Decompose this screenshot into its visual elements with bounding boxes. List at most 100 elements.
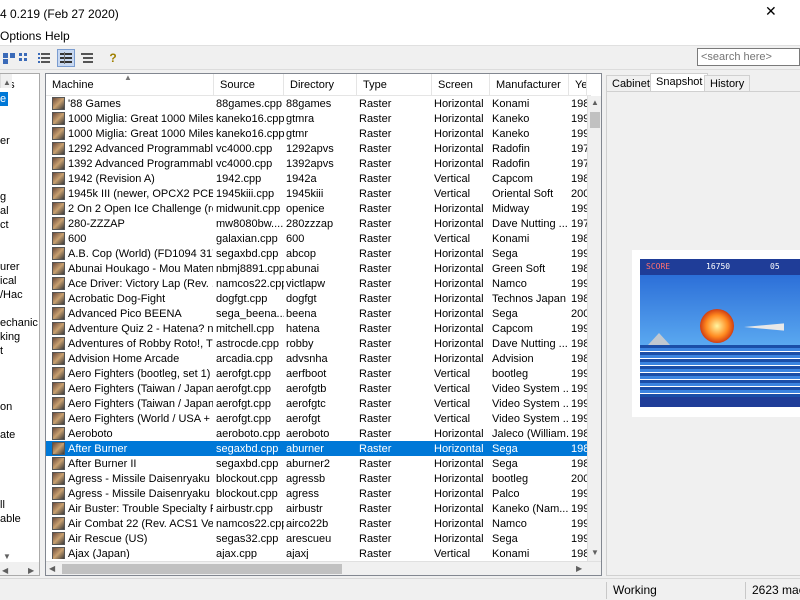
- tree-item[interactable]: t: [0, 344, 3, 358]
- tree-item[interactable]: able: [0, 512, 21, 526]
- table-row[interactable]: Advanced Pico BEENA sega_beena... beena Ras…: [46, 306, 587, 321]
- table-row[interactable]: Abunai Houkago - Mou Maten... nbmj8891.cp…: [46, 261, 587, 276]
- table-row[interactable]: After Burner II segaxbd.cpp aburner2 Raster…: [46, 456, 587, 471]
- tree-item[interactable]: on: [0, 400, 12, 414]
- tree-item[interactable]: urer: [0, 260, 20, 274]
- cell-source: segaxbd.cpp: [216, 443, 279, 455]
- table-row[interactable]: 1392 Advanced Programmable... vc4000.cpp 1…: [46, 156, 587, 171]
- column-header-screen[interactable]: Screen: [432, 74, 490, 96]
- table-row[interactable]: Ajax (Japan) ajax.cpp ajaxj Raster Vertical K…: [46, 546, 587, 559]
- view-grouped-icon[interactable]: [78, 49, 96, 67]
- column-header-directory[interactable]: Directory: [284, 74, 357, 96]
- tree-item[interactable]: g: [0, 190, 6, 204]
- tree-item[interactable]: ct: [0, 218, 9, 232]
- table-row[interactable]: Adventures of Robby Roto!, The astrocde.c…: [46, 336, 587, 351]
- list-horizontal-scrollbar[interactable]: ◀ ▶: [46, 561, 601, 575]
- scroll-right-icon[interactable]: ▶: [576, 564, 582, 573]
- menu-help[interactable]: Help: [45, 29, 70, 43]
- cell-screen: Vertical: [434, 368, 471, 380]
- scroll-down-icon[interactable]: ▼: [591, 548, 599, 557]
- table-row[interactable]: Air Combat 22 (Rev. ACS1 Ver....namcos22…: [46, 516, 587, 531]
- tree-vertical-scrollbar[interactable]: ▲ ▼: [0, 74, 12, 561]
- column-header-source[interactable]: Source: [214, 74, 284, 96]
- cell-screen: Vertical: [434, 398, 471, 410]
- table-row[interactable]: Acrobatic Dog-Fight dogfgt.cpp dogfgt Raste…: [46, 291, 587, 306]
- tree-item[interactable]: al: [0, 204, 9, 218]
- table-row[interactable]: 1942 (Revision A) 1942.cpp 1942a Raster Vert…: [46, 171, 587, 186]
- tree-item[interactable]: ate: [0, 428, 15, 442]
- cell-manufacturer: Sega: [492, 533, 518, 545]
- cell-machine: '88 Games: [68, 98, 121, 110]
- table-row[interactable]: Ace Driver: Victory Lap (Rev. ... namcos2…: [46, 276, 587, 291]
- cell-type: Raster: [359, 518, 392, 530]
- table-row[interactable]: After Burner segaxbd.cpp aburner Raster Hori…: [46, 441, 587, 456]
- search-input[interactable]: [697, 48, 800, 66]
- table-row[interactable]: 600 galaxian.cpp 600 Raster Vertical Konami 19…: [46, 231, 587, 246]
- scroll-thumb[interactable]: [590, 112, 600, 128]
- tab-history[interactable]: History: [704, 75, 751, 91]
- column-header-ye[interactable]: Ye: [569, 74, 587, 96]
- scroll-right-icon[interactable]: ▶: [28, 564, 34, 575]
- list-vertical-scrollbar[interactable]: ▲ ▼: [587, 96, 601, 561]
- help-icon[interactable]: ?: [104, 49, 122, 67]
- table-row[interactable]: Adventure Quiz 2 - Hatena? no... mitchell…: [46, 321, 587, 336]
- table-row[interactable]: Aero Fighters (bootleg, set 1) aerofgt.cp…: [46, 366, 587, 381]
- close-icon[interactable]: ✕: [765, 3, 777, 20]
- table-row[interactable]: 2 On 2 Open Ice Challenge (re... midwunit…: [46, 201, 587, 216]
- table-row[interactable]: Advision Home Arcade arcadia.cpp advsnha Ra…: [46, 351, 587, 366]
- table-row[interactable]: 280-ZZZAP mw8080bw.... 280zzzap Raster Horiz…: [46, 216, 587, 231]
- cell-ye: 198: [571, 353, 587, 365]
- table-row[interactable]: Agress - Missile Daisenryaku (E...blocko…: [46, 471, 587, 486]
- cell-directory: ajaxj: [286, 548, 309, 559]
- cell-directory: gtmra: [286, 113, 315, 125]
- cell-machine: 1292 Advanced Programmable...: [68, 143, 213, 155]
- table-row[interactable]: A.B. Cop (World) (FD1094 317-...segaxbd.…: [46, 246, 587, 261]
- table-row[interactable]: Air Rescue (US) segas32.cpp arescueu Raster…: [46, 531, 587, 546]
- tree-item[interactable]: echanic: [0, 316, 38, 330]
- table-row[interactable]: Agress - Missile Daisenryaku (J...blocko…: [46, 486, 587, 501]
- column-header-manufacturer[interactable]: Manufacturer: [490, 74, 569, 96]
- view-small-icons-icon[interactable]: [16, 49, 34, 67]
- view-details-icon[interactable]: [57, 49, 75, 67]
- scroll-thumb[interactable]: [62, 564, 342, 574]
- tree-item[interactable]: king: [0, 330, 20, 344]
- machine-icon: [52, 352, 65, 365]
- tree-item[interactable]: ical: [0, 274, 17, 288]
- cell-type: Raster: [359, 173, 392, 185]
- table-row[interactable]: Aero Fighters (Taiwan / Japan,... aerofgt…: [46, 381, 587, 396]
- toolbar: ?: [0, 46, 800, 70]
- scroll-left-icon[interactable]: ◀: [2, 564, 8, 575]
- scroll-left-icon[interactable]: ◀: [49, 564, 55, 573]
- cell-ye: 199: [571, 248, 587, 260]
- game-hud: SCORE 16750 05: [640, 259, 800, 275]
- table-row[interactable]: 1292 Advanced Programmable... vc4000.cpp 1…: [46, 141, 587, 156]
- table-row[interactable]: 1000 Miglia: Great 1000 Miles ... kaneko1…: [46, 126, 587, 141]
- cell-screen: Horizontal: [434, 518, 484, 530]
- table-row[interactable]: Aero Fighters (Taiwan / Japan,... aerofgt…: [46, 396, 587, 411]
- cell-type: Raster: [359, 293, 392, 305]
- table-row[interactable]: Air Buster: Trouble Specialty R... airbus…: [46, 501, 587, 516]
- tree-item[interactable]: e: [0, 92, 9, 106]
- folder-tree[interactable]: able ll ate on t king echanic/Hac ical urer ct al g…: [0, 73, 40, 576]
- tree-item[interactable]: ll: [0, 498, 5, 512]
- view-list-icon[interactable]: [35, 49, 53, 67]
- menu-options[interactable]: Options: [0, 29, 41, 43]
- table-row[interactable]: Aeroboto aeroboto.cpp aeroboto Raster Horizo…: [46, 426, 587, 441]
- table-row[interactable]: 1000 Miglia: Great 1000 Miles ... kaneko1…: [46, 111, 587, 126]
- cell-type: Raster: [359, 323, 392, 335]
- column-header-type[interactable]: Type: [357, 74, 432, 96]
- cell-directory: agressb: [286, 473, 326, 485]
- table-row[interactable]: '88 Games 88games.cpp 88games Raster Horizon…: [46, 96, 587, 111]
- tree-horizontal-scrollbar[interactable]: ◀ ▶: [0, 562, 39, 575]
- scroll-up-icon[interactable]: ▲: [3, 76, 11, 90]
- cell-directory: airbustr: [286, 503, 323, 515]
- table-row[interactable]: 1945k III (newer, OPCX2 PCB) 1945kiii.cpp…: [46, 186, 587, 201]
- machine-list[interactable]: Machine Source Directory Type Screen Manufact…: [45, 73, 602, 576]
- cell-ye: 199: [571, 518, 587, 530]
- tree-item[interactable]: er: [0, 134, 10, 148]
- tab-snapshot[interactable]: Snapshot: [650, 73, 709, 91]
- tree-item[interactable]: /Hac: [0, 288, 23, 302]
- table-row[interactable]: Aero Fighters (World / USA + ... aerofgt.…: [46, 411, 587, 426]
- scroll-up-icon[interactable]: ▲: [591, 98, 599, 107]
- tab-cabinet[interactable]: Cabinet: [606, 75, 656, 91]
